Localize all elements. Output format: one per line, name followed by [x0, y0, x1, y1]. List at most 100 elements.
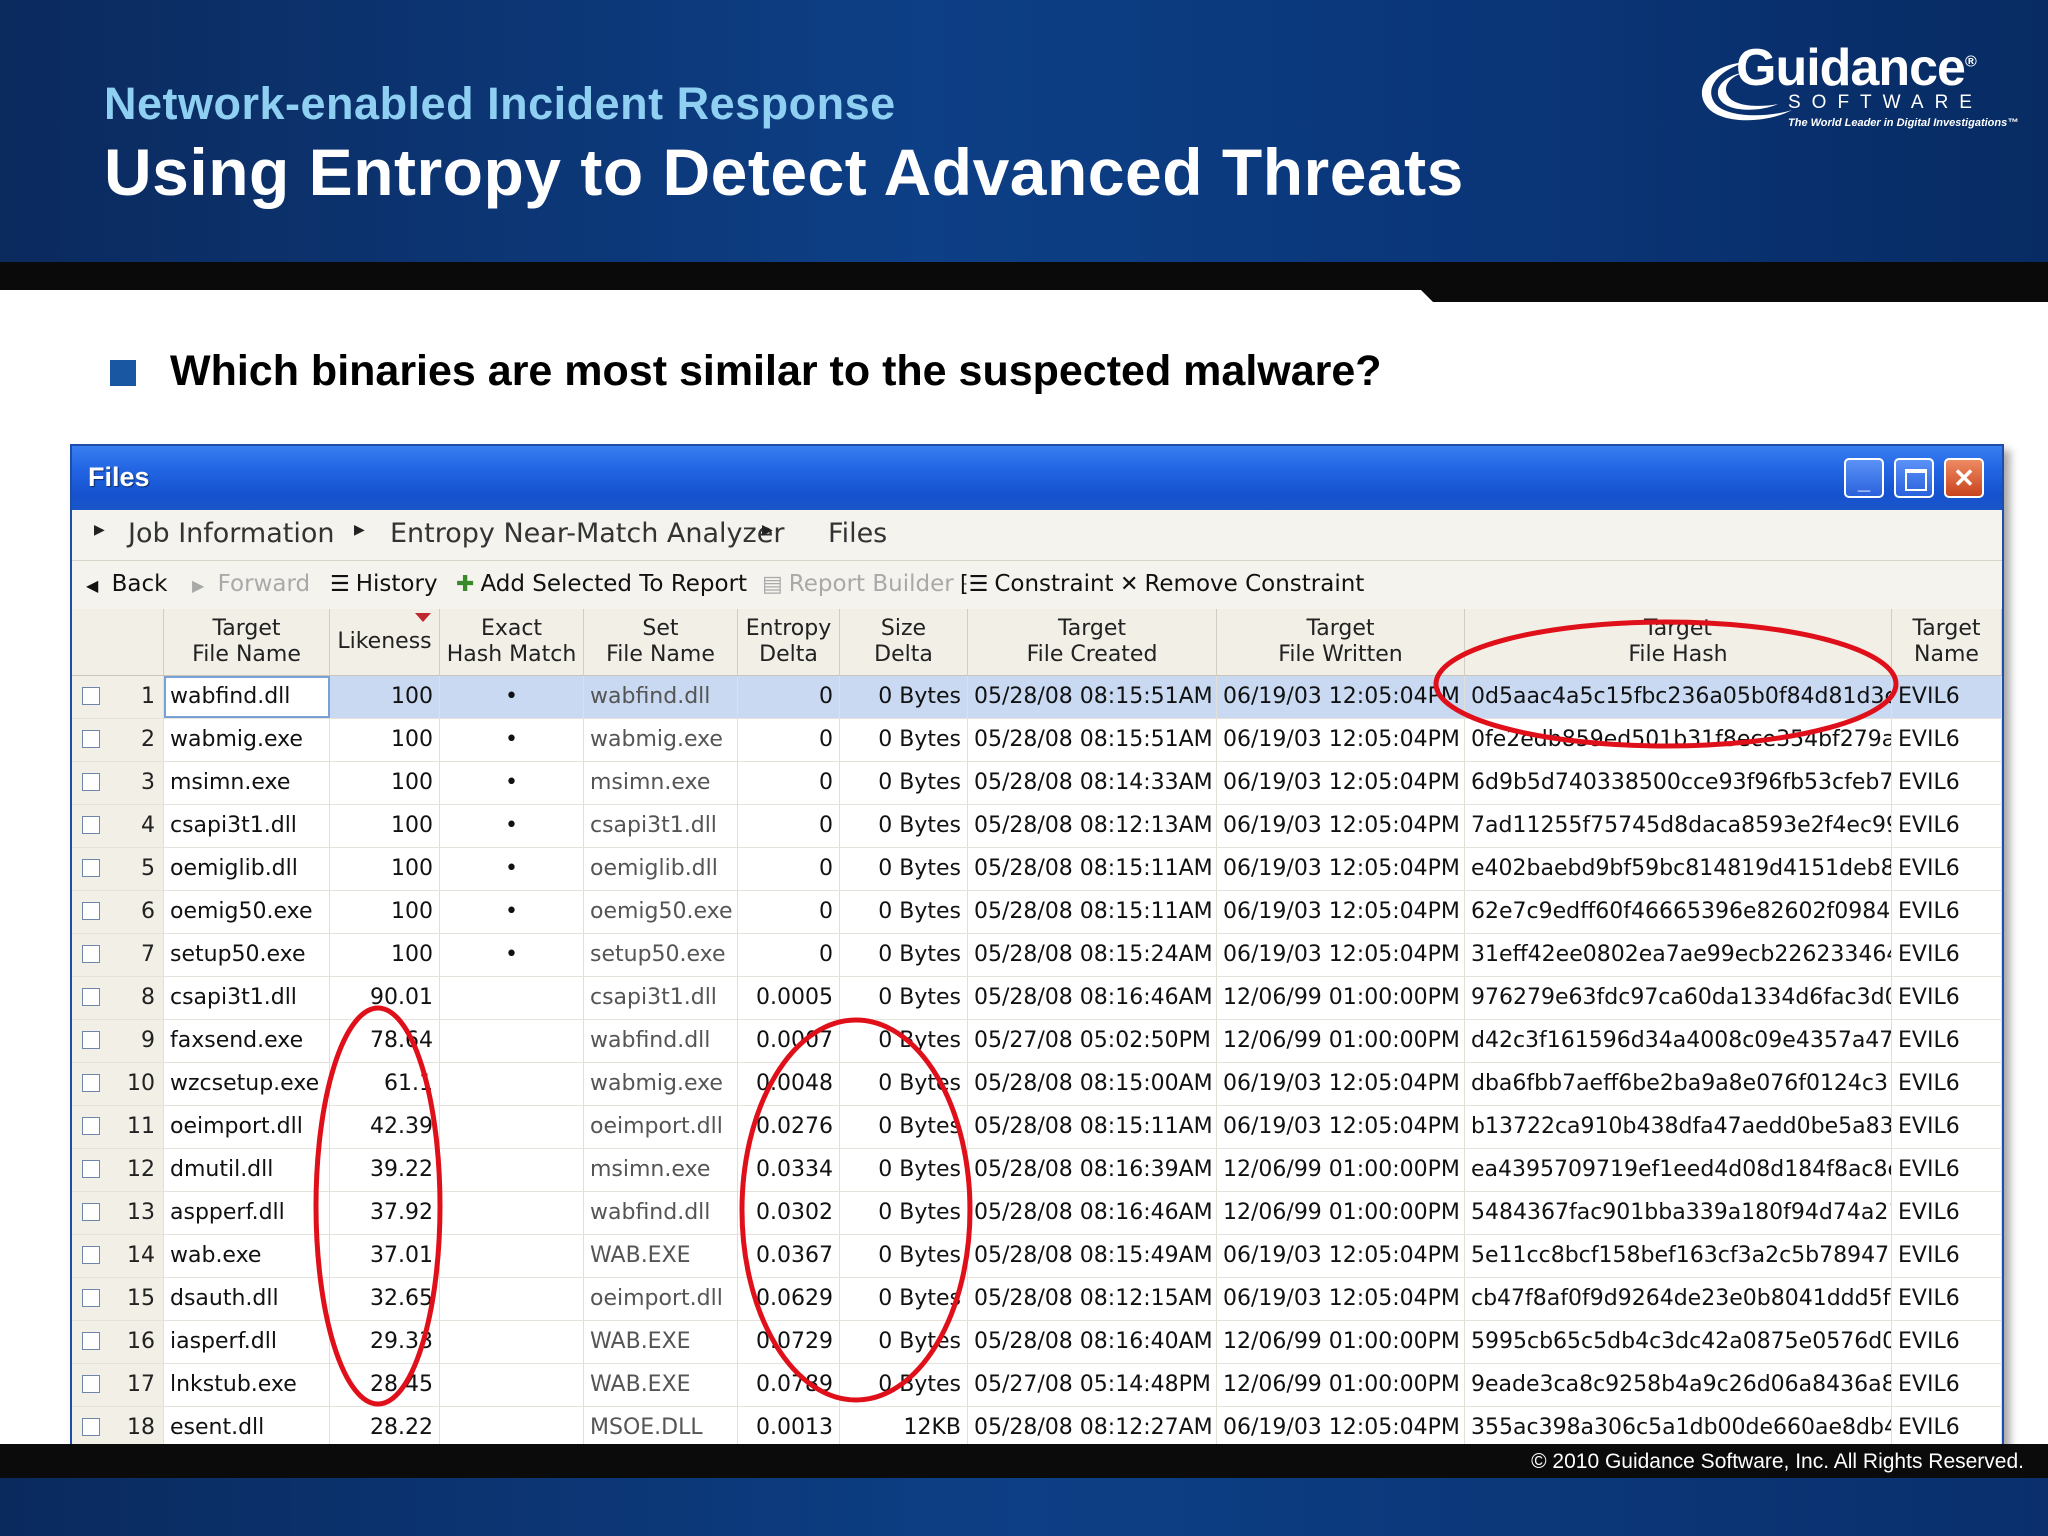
table-row[interactable]: 15 dsauth.dll 32.65 oeimport.dll 0.0629 0 Byt… — [72, 1278, 2002, 1321]
row-checkbox[interactable] — [82, 1117, 100, 1135]
cell-set-file-name[interactable]: oeimport.dll — [584, 1278, 738, 1320]
cell-entropy-delta[interactable]: 0 — [738, 891, 840, 933]
cell-entropy-delta[interactable]: 0.0013 — [738, 1407, 840, 1446]
cell-exact-hash-match[interactable] — [440, 1063, 584, 1105]
maximize-button[interactable] — [1894, 458, 1934, 498]
cell-file-name[interactable]: csapi3t1.dll — [164, 805, 330, 847]
cell-target-name[interactable]: EVIL6 — [1892, 762, 2002, 804]
cell-exact-hash-match[interactable]: • — [440, 805, 584, 847]
cell-file-written[interactable]: 06/19/03 12:05:04PM — [1217, 1063, 1465, 1105]
cell-file-created[interactable]: 05/28/08 08:16:40AM — [968, 1321, 1217, 1363]
cell-size-delta[interactable]: 0 Bytes — [840, 1235, 968, 1277]
cell-size-delta[interactable]: 0 Bytes — [840, 676, 968, 718]
cell-file-name[interactable]: esent.dll — [164, 1407, 330, 1446]
cell-entropy-delta[interactable]: 0 — [738, 762, 840, 804]
cell-exact-hash-match[interactable]: • — [440, 934, 584, 976]
row-checkbox[interactable] — [82, 945, 100, 963]
cell-set-file-name[interactable]: oemiglib.dll — [584, 848, 738, 890]
cell-file-name[interactable]: oeimport.dll — [164, 1106, 330, 1148]
cell-file-name[interactable]: faxsend.exe — [164, 1020, 330, 1062]
table-row[interactable]: 2 wabmig.exe 100 • wabmig.exe 0 0 Bytes 05/28/0… — [72, 719, 2002, 762]
table-row[interactable]: 1 wabfind.dll 100 • wabfind.dll 0 0 Bytes 05/28… — [72, 676, 2002, 719]
cell-target-name[interactable]: EVIL6 — [1892, 1149, 2002, 1191]
cell-file-created[interactable]: 05/28/08 08:16:39AM — [968, 1149, 1217, 1191]
cell-likeness[interactable]: 100 — [330, 934, 440, 976]
cell-file-written[interactable]: 06/19/03 12:05:04PM — [1217, 1407, 1465, 1446]
cell-likeness[interactable]: 39.22 — [330, 1149, 440, 1191]
column-header-set-file-name[interactable]: Set File Name — [584, 609, 738, 675]
table-row[interactable]: 5 oemiglib.dll 100 • oemiglib.dll 0 0 Bytes 05/… — [72, 848, 2002, 891]
cell-file-hash[interactable]: 5995cb65c5db4c3dc42a0875e0576d07 — [1465, 1321, 1892, 1363]
cell-file-created[interactable]: 05/28/08 08:15:51AM — [968, 676, 1217, 718]
cell-file-hash[interactable]: 5e11cc8bcf158bef163cf3a2c5b78947 — [1465, 1235, 1892, 1277]
history-button[interactable]: ☰ History — [330, 571, 438, 597]
cell-entropy-delta[interactable]: 0 — [738, 805, 840, 847]
row-checkbox[interactable] — [82, 730, 100, 748]
cell-file-written[interactable]: 06/19/03 12:05:04PM — [1217, 676, 1465, 718]
report-builder-button[interactable]: ▤ Report Builder — [762, 571, 954, 597]
cell-file-written[interactable]: 06/19/03 12:05:04PM — [1217, 891, 1465, 933]
cell-exact-hash-match[interactable] — [440, 1149, 584, 1191]
cell-file-hash[interactable]: dba6fbb7aeff6be2ba9a8e076f0124c3 — [1465, 1063, 1892, 1105]
cell-set-file-name[interactable]: wabfind.dll — [584, 676, 738, 718]
cell-file-created[interactable]: 05/28/08 08:16:46AM — [968, 977, 1217, 1019]
cell-target-name[interactable]: EVIL6 — [1892, 977, 2002, 1019]
cell-exact-hash-match[interactable] — [440, 1407, 584, 1446]
cell-file-hash[interactable]: d42c3f161596d34a4008c09e4357a479 — [1465, 1020, 1892, 1062]
cell-file-created[interactable]: 05/27/08 05:02:50PM — [968, 1020, 1217, 1062]
cell-file-name[interactable]: setup50.exe — [164, 934, 330, 976]
constraint-button[interactable]: ⁅☰ Constraint — [960, 571, 1114, 597]
cell-file-written[interactable]: 06/19/03 12:05:04PM — [1217, 762, 1465, 804]
cell-likeness[interactable]: 37.92 — [330, 1192, 440, 1234]
cell-size-delta[interactable]: 0 Bytes — [840, 719, 968, 761]
cell-file-hash[interactable]: 976279e63fdc97ca60da1334d6fac3d0 — [1465, 977, 1892, 1019]
cell-file-written[interactable]: 12/06/99 01:00:00PM — [1217, 977, 1465, 1019]
window-titlebar[interactable]: Files _ ✕ — [72, 446, 2002, 510]
row-checkbox[interactable] — [82, 1203, 100, 1221]
cell-size-delta[interactable]: 0 Bytes — [840, 1020, 968, 1062]
cell-target-name[interactable]: EVIL6 — [1892, 934, 2002, 976]
table-row[interactable]: 3 msimn.exe 100 • msimn.exe 0 0 Bytes 05/28/08 … — [72, 762, 2002, 805]
cell-target-name[interactable]: EVIL6 — [1892, 1364, 2002, 1406]
cell-exact-hash-match[interactable] — [440, 1235, 584, 1277]
table-row[interactable]: 18 esent.dll 28.22 MSOE.DLL 0.0013 12KB 05/28/… — [72, 1407, 2002, 1446]
cell-exact-hash-match[interactable] — [440, 1364, 584, 1406]
cell-file-written[interactable]: 12/06/99 01:00:00PM — [1217, 1149, 1465, 1191]
cell-file-written[interactable]: 06/19/03 12:05:04PM — [1217, 848, 1465, 890]
back-button[interactable]: ◀ Back — [86, 571, 167, 597]
cell-exact-hash-match[interactable] — [440, 1192, 584, 1234]
cell-exact-hash-match[interactable] — [440, 977, 584, 1019]
cell-file-created[interactable]: 05/28/08 08:12:27AM — [968, 1407, 1217, 1446]
cell-file-created[interactable]: 05/28/08 08:15:11AM — [968, 891, 1217, 933]
cell-file-hash[interactable]: cb47f8af0f9d9264de23e0b8041ddd5f — [1465, 1278, 1892, 1320]
cell-size-delta[interactable]: 0 Bytes — [840, 1278, 968, 1320]
cell-likeness[interactable]: 78.64 — [330, 1020, 440, 1062]
cell-exact-hash-match[interactable] — [440, 1020, 584, 1062]
cell-set-file-name[interactable]: csapi3t1.dll — [584, 977, 738, 1019]
table-row[interactable]: 4 csapi3t1.dll 100 • csapi3t1.dll 0 0 Bytes 05/… — [72, 805, 2002, 848]
column-header-file-hash[interactable]: Target File Hash — [1465, 609, 1892, 675]
row-checkbox[interactable] — [82, 816, 100, 834]
table-row[interactable]: 6 oemig50.exe 100 • oemig50.exe 0 0 Bytes 05/28… — [72, 891, 2002, 934]
cell-file-created[interactable]: 05/28/08 08:15:00AM — [968, 1063, 1217, 1105]
cell-file-hash[interactable]: ea4395709719ef1eed4d08d184f8ac8e — [1465, 1149, 1892, 1191]
column-header-size-delta[interactable]: Size Delta — [840, 609, 968, 675]
cell-likeness[interactable]: 29.33 — [330, 1321, 440, 1363]
sort-descending-icon[interactable] — [415, 613, 431, 622]
cell-exact-hash-match[interactable] — [440, 1106, 584, 1148]
table-row[interactable]: 17 lnkstub.exe 28.45 WAB.EXE 0.0789 0 Bytes 05… — [72, 1364, 2002, 1407]
column-header-file-written[interactable]: Target File Written — [1217, 609, 1465, 675]
close-button[interactable]: ✕ — [1944, 458, 1984, 498]
cell-target-name[interactable]: EVIL6 — [1892, 719, 2002, 761]
row-checkbox[interactable] — [82, 1418, 100, 1436]
column-header-target-name[interactable]: Target Name — [1892, 609, 2002, 675]
cell-file-written[interactable]: 12/06/99 01:00:00PM — [1217, 1020, 1465, 1062]
table-row[interactable]: 11 oeimport.dll 42.39 oeimport.dll 0.0276 0 B… — [72, 1106, 2002, 1149]
column-header-exact-hash-match[interactable]: Exact Hash Match — [440, 609, 584, 675]
cell-exact-hash-match[interactable] — [440, 1278, 584, 1320]
cell-file-created[interactable]: 05/28/08 08:15:49AM — [968, 1235, 1217, 1277]
row-checkbox[interactable] — [82, 1289, 100, 1307]
cell-file-hash[interactable]: 6d9b5d740338500cce93f96fb53cfeb7 — [1465, 762, 1892, 804]
cell-target-name[interactable]: EVIL6 — [1892, 805, 2002, 847]
cell-file-hash[interactable]: e402baebd9bf59bc814819d4151deb8e — [1465, 848, 1892, 890]
